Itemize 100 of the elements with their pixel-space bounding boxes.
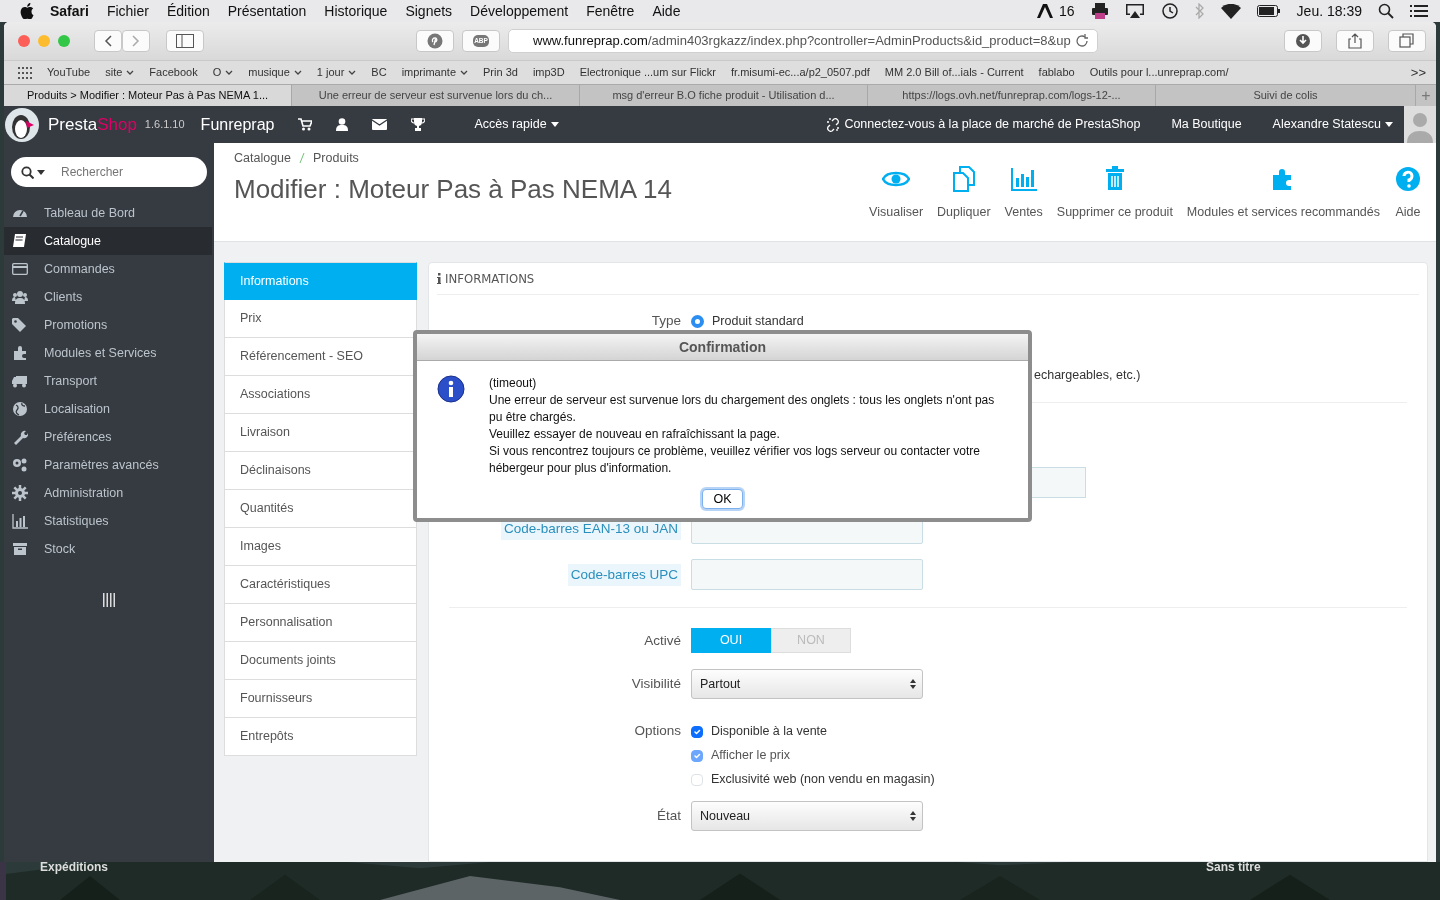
search-icon[interactable] — [1378, 3, 1394, 19]
toolbar-button[interactable]: Modules et services recommandés — [1186, 165, 1380, 241]
menu-item[interactable]: Présentation — [227, 0, 307, 22]
browser-tab[interactable]: msg d'erreur B.O fiche produit - Utilisation d... — [580, 85, 868, 106]
menu-item[interactable]: Fenêtre — [586, 0, 635, 22]
trophy-icon[interactable] — [411, 118, 426, 131]
sidebar-item[interactable]: Commandes — [4, 255, 214, 283]
sidebar-item[interactable]: Localisation — [4, 395, 214, 423]
bookmark-link[interactable]: imp3D — [532, 64, 565, 81]
sidebar-item[interactable]: Administration — [4, 479, 214, 507]
search-field[interactable]: Rechercher — [11, 157, 207, 187]
bookmark-folder[interactable]: site — [105, 64, 135, 81]
bookmark-link[interactable]: BC — [371, 64, 387, 81]
sidebar-item[interactable]: Catalogue — [4, 227, 212, 255]
sidebar-item[interactable]: Transport — [4, 367, 214, 395]
shop-name[interactable]: Funreprap — [200, 112, 275, 137]
sidebar-item[interactable]: Clients — [4, 283, 214, 311]
toolbar-button[interactable]: Supprimer ce produit — [1056, 165, 1173, 241]
bookmark-folder[interactable]: musique — [248, 64, 302, 81]
menu-item[interactable]: Fichier — [106, 0, 149, 22]
sidebar-item[interactable]: Promotions — [4, 311, 214, 339]
address-field[interactable]: www.funreprap.com/admin403rgkazz/index.php?controller=AdminProducts&id_product=8&up — [508, 29, 1098, 53]
product-tab[interactable]: Fournisseurs — [224, 680, 417, 718]
adobe-icon[interactable] — [1037, 4, 1054, 18]
browser-tab[interactable]: Suivi de colis — [1156, 85, 1416, 106]
reload-icon[interactable] — [1075, 34, 1089, 48]
grid-icon[interactable] — [18, 66, 32, 79]
ok-button[interactable]: OK — [702, 489, 743, 509]
more-bookmarks-button[interactable]: >> — [1410, 62, 1426, 83]
bookmark-link[interactable]: fr.misumi-ec...a/p2_0507.pdf — [731, 64, 870, 81]
share-button[interactable] — [1336, 30, 1374, 52]
bookmark-link[interactable]: Prin 3d — [483, 64, 518, 81]
toolbar-button[interactable]: Visualiser — [869, 165, 924, 241]
breadcrumb-link[interactable]: Catalogue — [234, 149, 291, 168]
user-icon[interactable] — [336, 118, 349, 131]
input-field[interactable] — [1032, 467, 1086, 499]
list-icon[interactable] — [1410, 4, 1428, 18]
bookmark-link[interactable]: Facebook — [149, 64, 198, 81]
bookmark-folder[interactable]: imprimante — [401, 64, 469, 81]
chevron-down-icon — [225, 69, 234, 76]
pinterest-button[interactable] — [416, 30, 454, 52]
bookmark-link[interactable]: MM 2.0 Bill of...ials - Current — [884, 64, 1024, 81]
sidebar-item[interactable]: Stock — [4, 535, 214, 563]
sidebar-item[interactable]: Modules et Services — [4, 339, 214, 367]
clock-text[interactable]: Jeu. 18:39 — [1296, 0, 1362, 22]
sidebar-button[interactable] — [166, 30, 204, 52]
menu-item[interactable]: Historique — [324, 0, 388, 22]
marketplace-link[interactable]: Connectez-vous à la place de marché de PrestaShop — [826, 115, 1141, 134]
bookmark-link[interactable]: Outils pour l...unreprap.com/ — [1089, 64, 1229, 81]
product-tab[interactable]: Personnalisation — [224, 604, 417, 642]
desktop-icon-label[interactable]: Sans titre — [1206, 858, 1261, 876]
sidebar-item[interactable]: Préférences — [4, 423, 214, 451]
browser-tab[interactable]: https://logs.ovh.net/funreprap.com/logs-12-... — [868, 85, 1156, 106]
printer-icon[interactable] — [1090, 3, 1109, 19]
bookmark-link[interactable]: YouTube — [47, 64, 91, 81]
my-shop-link[interactable]: Ma Boutique — [1171, 115, 1242, 134]
checkbox[interactable] — [691, 725, 703, 738]
product-tab[interactable]: Entrepôts — [224, 718, 417, 756]
tabs-overview-button[interactable] — [1388, 30, 1426, 52]
product-tab[interactable]: Caractéristiques — [224, 566, 417, 604]
bookmark-folder[interactable]: 1 jour — [316, 64, 357, 81]
collapse-sidebar-icon[interactable] — [103, 593, 115, 607]
sidebar-item[interactable]: Statistiques — [4, 507, 214, 535]
bookmark-link[interactable]: Electronique ...um sur Flickr — [579, 64, 716, 81]
envelope-icon[interactable] — [372, 119, 388, 130]
bookmark-folder[interactable]: O — [212, 64, 234, 81]
menu-item[interactable]: Développement — [470, 0, 569, 22]
cart-icon[interactable] — [298, 118, 313, 131]
wifi-icon[interactable] — [1220, 3, 1241, 19]
breadcrumb-link[interactable]: Produits — [313, 149, 359, 168]
battery-icon[interactable] — [1256, 5, 1281, 17]
toolbar-button[interactable]: Aide — [1394, 165, 1422, 241]
input-field[interactable] — [691, 559, 923, 591]
sidebar-item[interactable]: Tableau de Bord — [4, 199, 214, 227]
select-field[interactable]: Partout — [691, 669, 923, 700]
browser-tab[interactable]: Une erreur de serveur est survenue lors du ch... — [292, 85, 580, 106]
sidebar-item[interactable]: Paramètres avancés — [4, 451, 214, 479]
option-label: Disponible à la vente — [711, 723, 828, 741]
menu-item[interactable]: Édition — [166, 0, 210, 22]
menu-item[interactable]: Aide — [652, 0, 681, 22]
product-tab[interactable]: Prix — [224, 300, 417, 338]
apple-icon[interactable] — [20, 3, 34, 19]
menu-item[interactable]: Safari — [50, 0, 89, 22]
product-tab[interactable]: Images — [224, 528, 417, 566]
select-field[interactable]: Nouveau — [691, 801, 923, 832]
quick-access-dropdown[interactable]: Accès rapide — [473, 114, 560, 135]
desktop-icon-label[interactable]: Expéditions — [40, 858, 108, 876]
browser-tab[interactable]: Produits > Modifier : Moteur Pas à Pas NEMA 1... — [4, 85, 292, 106]
bookmark-link[interactable]: fablabo — [1038, 64, 1075, 81]
user-dropdown[interactable]: Alexandre Statescu — [1271, 114, 1394, 135]
toolbar-button[interactable]: Dupliquer — [937, 165, 991, 241]
back-button[interactable] — [94, 30, 122, 52]
product-tab[interactable]: Documents joints — [224, 642, 417, 680]
clock-history-icon[interactable] — [1160, 2, 1179, 20]
toolbar-button[interactable]: Ventes — [1004, 165, 1043, 241]
airplay-icon[interactable] — [1124, 3, 1145, 19]
brand-logo-text[interactable]: PrestaShop — [48, 111, 137, 138]
menu-item[interactable]: Signets — [405, 0, 453, 22]
download-button[interactable] — [1284, 30, 1322, 52]
product-tab[interactable]: Quantités — [224, 490, 417, 528]
